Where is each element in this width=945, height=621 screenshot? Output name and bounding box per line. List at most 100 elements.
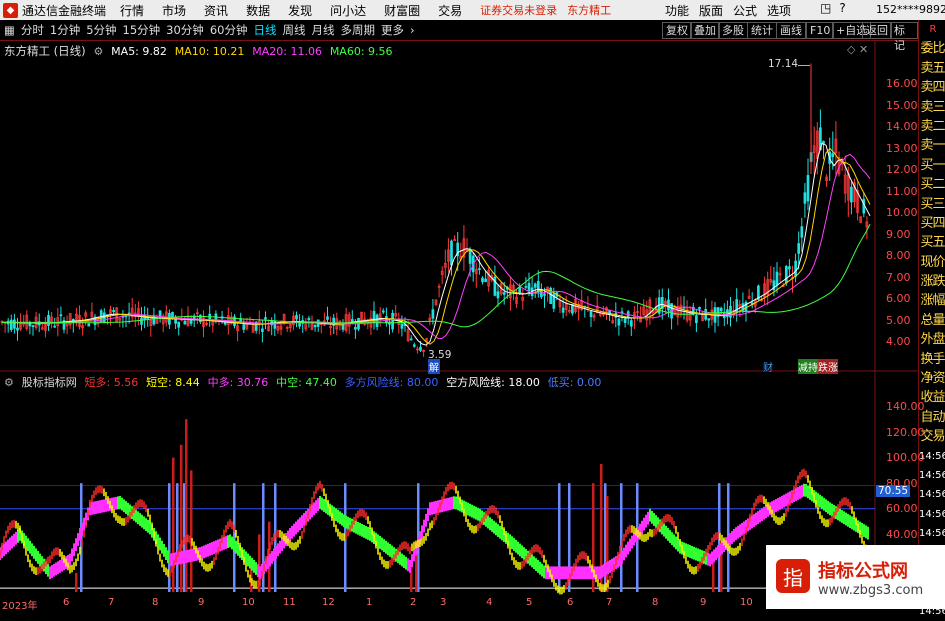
candle-body [431, 309, 435, 319]
side-panel-item[interactable]: 换手 [919, 350, 945, 369]
jiejin-marker[interactable]: 解 [428, 359, 440, 374]
side-panel-item[interactable]: 净资 [919, 369, 945, 388]
restore-icon[interactable]: ◳ [820, 1, 831, 15]
menu-item-banmian[interactable]: 版面 [699, 2, 723, 19]
menu-bar: ◆ 通达信金融终端 行情 市场 资讯 数据 发现 问小达 财富圈 交易 证券交易… [0, 0, 945, 20]
trade-status[interactable]: 证券交易未登录 [480, 2, 557, 18]
candle-body [496, 291, 500, 299]
date-tick-label: 7 [108, 597, 115, 608]
side-panel-item[interactable]: 卖二 [919, 117, 945, 136]
side-panel-lower-item[interactable]: 14:56 [919, 524, 945, 543]
indicator-tick-label: 40.00 [886, 527, 918, 541]
side-panel-header[interactable]: R [919, 20, 945, 39]
menu-item-caifuquan[interactable]: 财富圈 [384, 2, 420, 19]
side-panel-lower-item[interactable]: 14:56 [919, 505, 945, 524]
huaxian-button[interactable]: 画线 [776, 22, 806, 39]
zhang-marker[interactable]: 涨 [828, 359, 838, 374]
side-panel-item[interactable]: 总量 [919, 311, 945, 330]
period-tab-fenshi[interactable]: 分时 [21, 22, 44, 38]
dimai-bar [176, 483, 179, 592]
date-tick-label: 7 [606, 597, 613, 608]
candle-body [450, 240, 453, 266]
menu-item-hangqing[interactable]: 行情 [120, 2, 144, 19]
die-marker[interactable]: 跌 [818, 359, 828, 374]
candle-body [493, 276, 497, 296]
side-panel-item[interactable]: 买三 [919, 195, 945, 214]
candle-body [481, 277, 484, 283]
period-tab-5min[interactable]: 5分钟 [86, 22, 116, 38]
side-panel-item[interactable]: 买一 [919, 156, 945, 175]
grid-icon[interactable]: ▦ [4, 23, 15, 37]
candle-body [518, 286, 522, 294]
event-markers[interactable]: 减持跌涨 [798, 359, 838, 374]
price-tick-label: 11.00 [886, 184, 918, 198]
side-panel-item[interactable]: 现价 [919, 253, 945, 272]
caibao-marker[interactable]: 财 [763, 359, 773, 374]
side-panel-item[interactable]: 买五 [919, 233, 945, 252]
period-tab-more[interactable]: 更多 [381, 22, 404, 38]
tongji-button[interactable]: 统计 [747, 22, 777, 39]
date-tick-label: 3 [440, 597, 447, 608]
help-icon[interactable]: ? [839, 1, 845, 15]
menu-item-gongneng[interactable]: 功能 [665, 2, 689, 19]
signal-bar [75, 572, 78, 592]
diejia-button[interactable]: 叠加 [690, 22, 720, 39]
menu-item-faxian[interactable]: 发现 [288, 2, 312, 19]
period-tab-30min[interactable]: 30分钟 [166, 22, 204, 38]
side-panel-item[interactable]: 涨幅 [919, 291, 945, 310]
user-account[interactable]: 152****9892 [876, 3, 945, 16]
side-panel-item[interactable]: 买二 [919, 175, 945, 194]
indicator-title: 股标指标网 [21, 376, 77, 389]
duogu-button[interactable]: 多股 [718, 22, 748, 39]
menu-item-shuju[interactable]: 数据 [246, 2, 270, 19]
candle-body [695, 315, 698, 324]
candle-body [744, 301, 748, 312]
side-panel-lower-item[interactable]: 14:56 [919, 485, 945, 504]
period-tab-monthly[interactable]: 月线 [311, 22, 334, 38]
f10-button[interactable]: F10 [806, 22, 835, 39]
price-tick-label: 12.00 [886, 163, 918, 176]
side-panel-lower-item[interactable]: 14:56 [919, 466, 945, 485]
date-tick-label: 12 [322, 597, 335, 608]
price-tick-label: 9.00 [886, 227, 911, 241]
chart-canvas [0, 40, 918, 595]
candle-body [719, 307, 723, 312]
candle-body [800, 226, 804, 238]
candle-body [9, 319, 13, 330]
price-tick-label: 15.00 [886, 98, 918, 112]
fuquan-button[interactable]: 复权 [662, 22, 692, 39]
side-panel-item[interactable]: 卖一 [919, 136, 945, 155]
side-panel-item[interactable]: 卖四 [919, 78, 945, 97]
price-tick-label: 7.00 [886, 270, 911, 284]
price-tick-label: 6.00 [886, 292, 911, 305]
menu-item-gongshi[interactable]: 公式 [733, 2, 757, 19]
candle-body [803, 192, 807, 204]
side-panel-item[interactable]: 外盘 [919, 330, 945, 349]
back-button[interactable]: 返回 [862, 22, 892, 39]
period-tab-multi[interactable]: 多周期 [340, 22, 375, 38]
side-panel-item[interactable]: 涨跌 [919, 272, 945, 291]
period-tab-60min[interactable]: 60分钟 [210, 22, 248, 38]
period-tab-15min[interactable]: 15分钟 [123, 22, 161, 38]
jianchi-marker[interactable]: 减持 [798, 359, 818, 374]
menu-item-jiaoyi[interactable]: 交易 [438, 2, 462, 19]
menu-item-xuanxiang[interactable]: 选项 [767, 2, 791, 19]
candle-body [264, 317, 267, 320]
period-tab-weekly[interactable]: 周线 [282, 22, 305, 38]
period-tab-1min[interactable]: 1分钟 [50, 22, 80, 38]
menu-item-wenxiaoda[interactable]: 问小达 [330, 2, 366, 19]
candle-body [419, 346, 422, 351]
indicator-settings-icon[interactable]: ⚙ [4, 376, 14, 389]
side-panel-item[interactable]: 委比 [919, 39, 945, 58]
menu-item-zixun[interactable]: 资讯 [204, 2, 228, 19]
side-panel-item[interactable]: 卖三 [919, 98, 945, 117]
menu-item-shichang[interactable]: 市场 [162, 2, 186, 19]
legend-kongfang-risk: 空方风险线: 18.00 [446, 376, 540, 389]
candle-body [502, 292, 506, 295]
period-tab-daily[interactable]: 日线 [253, 22, 276, 38]
chevron-right-icon[interactable]: › [410, 23, 415, 37]
candle-body [146, 317, 150, 320]
biaoji-button[interactable]: 标记 [890, 22, 918, 52]
side-panel-item[interactable]: 买四 [919, 214, 945, 233]
side-panel-item[interactable]: 卖五 [919, 59, 945, 78]
